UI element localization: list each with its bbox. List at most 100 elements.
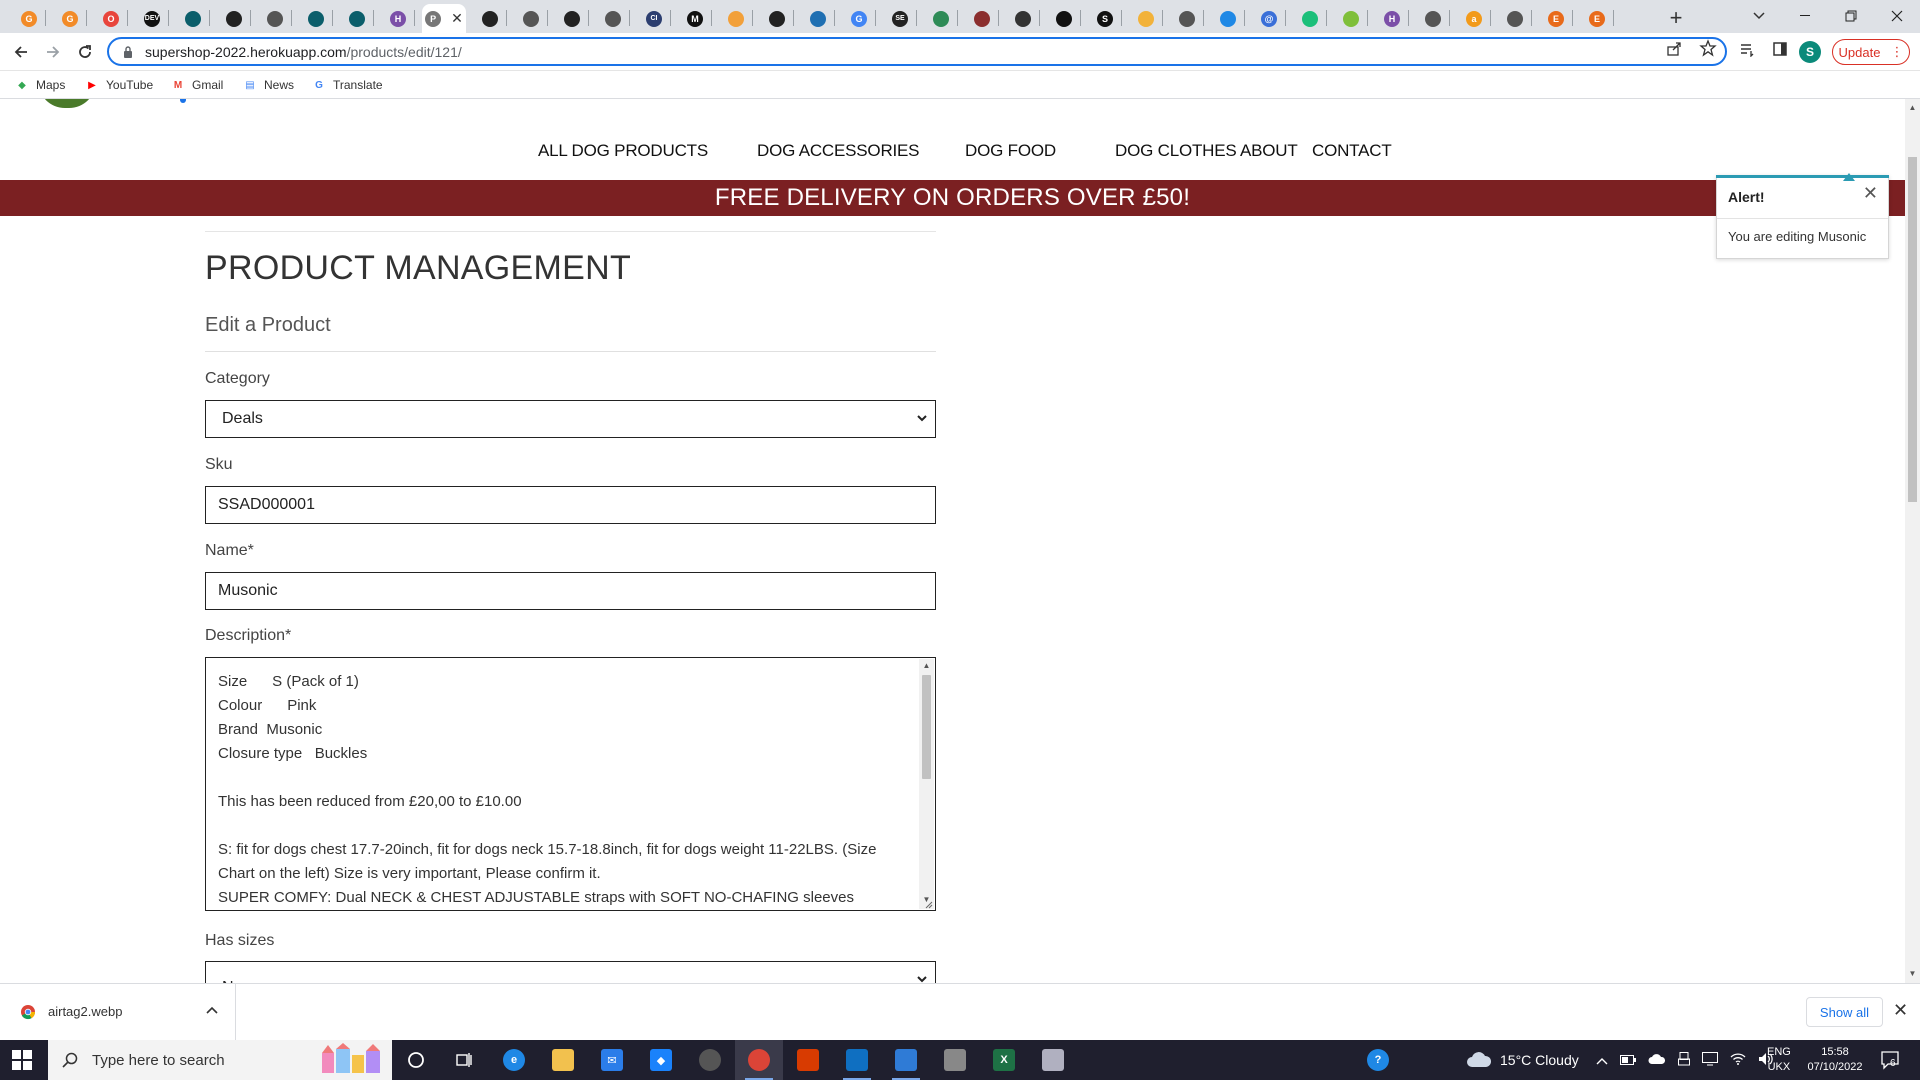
browser-tab[interactable]: [217, 4, 251, 33]
restore-button[interactable]: [1828, 2, 1874, 30]
nav-dog-clothes[interactable]: DOG CLOTHES: [1115, 141, 1237, 161]
browser-tab[interactable]: E: [1539, 4, 1573, 33]
extra-app[interactable]: [1029, 1040, 1077, 1080]
browser-tab[interactable]: S: [1088, 4, 1122, 33]
browser-tab[interactable]: [176, 4, 210, 33]
url-text[interactable]: supershop-2022.herokuapp.com/products/ed…: [145, 44, 462, 60]
close-tab-icon[interactable]: ✕: [451, 10, 463, 27]
has-sizes-select[interactable]: No: [205, 961, 936, 983]
browser-tab[interactable]: O: [94, 4, 128, 33]
nav-dog-accessories[interactable]: DOG ACCESSORIES: [757, 141, 920, 161]
browser-tab[interactable]: [340, 4, 374, 33]
download-item[interactable]: airtag2.webp: [0, 984, 236, 1040]
nav-all-dog-products[interactable]: ALL DOG PRODUCTS: [538, 141, 708, 161]
resize-grip-icon[interactable]: [923, 899, 933, 909]
scroll-down-icon[interactable]: ▼: [1905, 969, 1920, 978]
browser-tab[interactable]: [760, 4, 794, 33]
screen-icon[interactable]: [1702, 1051, 1718, 1069]
new-tab-button[interactable]: +: [1663, 5, 1689, 31]
github-desktop-app[interactable]: [686, 1040, 734, 1080]
minimize-button[interactable]: [1782, 2, 1828, 30]
browser-tab[interactable]: [1047, 4, 1081, 33]
bookmark-gmail[interactable]: M Gmail: [170, 76, 224, 94]
help-tray-button[interactable]: ?: [1354, 1040, 1402, 1080]
browser-tab[interactable]: [1211, 4, 1245, 33]
back-button[interactable]: [8, 39, 34, 65]
name-input[interactable]: Musonic: [205, 572, 936, 610]
browser-tab[interactable]: [965, 4, 999, 33]
cortana-button[interactable]: [392, 1040, 440, 1080]
excel-app[interactable]: X: [980, 1040, 1028, 1080]
textarea-scrollbar[interactable]: ▲ ▼: [919, 659, 934, 909]
browser-tab[interactable]: CI: [637, 4, 671, 33]
browser-tab[interactable]: [473, 4, 507, 33]
page-scroll-thumb[interactable]: [1908, 157, 1917, 502]
browser-tab[interactable]: [596, 4, 630, 33]
browser-tab[interactable]: G: [842, 4, 876, 33]
close-icon[interactable]: ✕: [1863, 183, 1878, 204]
lock-icon[interactable]: [121, 45, 135, 58]
taskbar-clock[interactable]: 15:58 07/10/2022: [1800, 1045, 1870, 1075]
category-select[interactable]: Deals: [205, 400, 936, 438]
chrome-app[interactable]: [735, 1040, 783, 1080]
browser-tab[interactable]: G: [53, 4, 87, 33]
browser-tab[interactable]: M: [678, 4, 712, 33]
reload-button[interactable]: [72, 39, 98, 65]
browser-tab[interactable]: H: [381, 4, 415, 33]
calendar-app[interactable]: [931, 1040, 979, 1080]
browser-tab[interactable]: P ✕: [422, 4, 466, 33]
bookmark-translate[interactable]: G Translate: [311, 76, 382, 94]
task-view-button[interactable]: [440, 1040, 488, 1080]
close-window-button[interactable]: [1874, 2, 1920, 30]
browser-tab[interactable]: [801, 4, 835, 33]
browser-tab[interactable]: [1498, 4, 1532, 33]
browser-tab[interactable]: [1129, 4, 1163, 33]
share-icon[interactable]: [1666, 41, 1682, 62]
mail-app[interactable]: ✉: [588, 1040, 636, 1080]
nav-about[interactable]: ABOUT: [1240, 141, 1298, 161]
page-scrollbar[interactable]: ▲ ▼: [1905, 99, 1920, 983]
bookmark-maps[interactable]: ◆ Maps: [14, 76, 65, 94]
description-textarea[interactable]: Size S (Pack of 1) Colour Pink Brand Muson…: [205, 657, 936, 911]
scroll-up-icon[interactable]: ▲: [922, 661, 931, 670]
browser-tab[interactable]: G: [12, 4, 46, 33]
browser-tab[interactable]: SE: [883, 4, 917, 33]
browser-tab[interactable]: @: [1252, 4, 1286, 33]
browser-tab[interactable]: [1334, 4, 1368, 33]
browser-tab[interactable]: [258, 4, 292, 33]
textarea-scroll-thumb[interactable]: [922, 675, 931, 779]
dropbox-app[interactable]: ◆: [637, 1040, 685, 1080]
update-button[interactable]: Update ⋮: [1832, 39, 1910, 65]
chevron-up-icon[interactable]: [1596, 1052, 1608, 1068]
reading-list-icon[interactable]: [1739, 41, 1755, 62]
forward-button[interactable]: [40, 39, 66, 65]
wifi-icon[interactable]: [1730, 1052, 1746, 1068]
browser-tab[interactable]: [719, 4, 753, 33]
site-logo[interactable]: [38, 99, 96, 108]
browser-tab[interactable]: [1006, 4, 1040, 33]
weather-widget[interactable]: 15°C Cloudy: [1466, 1040, 1579, 1080]
address-bar[interactable]: supershop-2022.herokuapp.com/products/ed…: [107, 37, 1727, 66]
side-panel-icon[interactable]: [1772, 41, 1788, 62]
browser-tab[interactable]: [514, 4, 548, 33]
browser-tab[interactable]: [555, 4, 589, 33]
usb-icon[interactable]: [1678, 1051, 1690, 1069]
chevron-up-icon[interactable]: [206, 1003, 218, 1017]
browser-tab[interactable]: [1293, 4, 1327, 33]
browser-tab[interactable]: E: [1580, 4, 1614, 33]
bookmark-news[interactable]: ▤ News: [242, 76, 294, 94]
taskbar-search[interactable]: Type here to search: [48, 1040, 392, 1080]
tab-search-button[interactable]: [1736, 2, 1782, 30]
close-icon[interactable]: ✕: [1893, 1000, 1908, 1021]
nav-dog-food[interactable]: DOG FOOD: [965, 141, 1056, 161]
browser-tab[interactable]: [924, 4, 958, 33]
sku-input[interactable]: SSAD000001: [205, 486, 936, 524]
nav-contact[interactable]: CONTACT: [1312, 141, 1392, 161]
browser-tab[interactable]: H: [1375, 4, 1409, 33]
vscode-app[interactable]: [833, 1040, 881, 1080]
browser-tab[interactable]: [1170, 4, 1204, 33]
notification-button[interactable]: 6: [1880, 1050, 1900, 1070]
browser-tab[interactable]: [1416, 4, 1450, 33]
scroll-up-icon[interactable]: ▲: [1905, 103, 1920, 112]
browser-tab[interactable]: DEV: [135, 4, 169, 33]
